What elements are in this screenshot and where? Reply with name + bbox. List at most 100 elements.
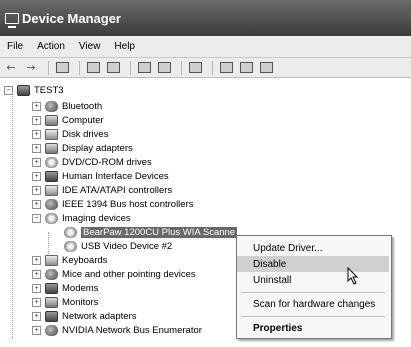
dvd-drive-icon [45, 156, 58, 168]
expand-icon[interactable]: + [32, 283, 41, 293]
computer-icon [17, 84, 30, 96]
webcam-icon [64, 240, 77, 252]
menu-item-uninstall[interactable]: Uninstall [237, 272, 389, 288]
tree-item-label: Mice and other pointing devices [62, 268, 196, 280]
forward-arrow-icon[interactable]: → [23, 61, 39, 75]
computer-icon [45, 114, 58, 126]
print-icon[interactable] [105, 61, 121, 75]
toolbar-separator [79, 60, 80, 75]
title-bar: Device Manager [0, 0, 411, 36]
tree-item-computer[interactable]: + Computer [32, 113, 104, 127]
console-tree-icon[interactable] [54, 61, 70, 75]
tree-item-label: Display adapters [62, 142, 133, 154]
tree-item-label: Imaging devices [62, 212, 131, 224]
collapse-icon[interactable]: − [4, 85, 13, 95]
menu-file[interactable]: File [0, 41, 30, 52]
ieee1394-icon [45, 198, 58, 210]
network-bus-icon [45, 324, 58, 336]
context-menu: Update Driver... Disable Uninstall Scan … [236, 235, 392, 339]
expand-icon[interactable]: + [32, 297, 41, 307]
tree-item-label: Modems [62, 282, 99, 294]
expand-icon[interactable]: + [32, 311, 41, 321]
tree-guide-line [12, 92, 13, 339]
tree-item-label: Bluetooth [62, 100, 103, 112]
ide-controller-icon [45, 184, 58, 196]
device-manager-icon [5, 12, 19, 28]
toolbar-separator [212, 60, 213, 75]
menu-separator [241, 316, 385, 317]
bluetooth-icon [45, 100, 58, 112]
tree-item-label: Human Interface Devices [62, 170, 169, 182]
tree-item-ide-ata[interactable]: + IDE ATA/ATAPI controllers [32, 183, 172, 197]
update-driver-icon[interactable] [218, 61, 234, 75]
expand-icon[interactable]: + [32, 199, 41, 209]
tree-item-label: IDE ATA/ATAPI controllers [62, 184, 173, 196]
tree-item-disk-drives[interactable]: + Disk drives [32, 127, 108, 141]
tree-item-bluetooth[interactable]: + Bluetooth [32, 99, 102, 113]
display-adapter-icon [45, 142, 58, 154]
expand-icon[interactable]: + [32, 171, 41, 181]
expand-icon[interactable]: + [32, 185, 41, 195]
toolbar-separator [130, 60, 131, 75]
tree-item-label: BearPaw 1200CU Plus WIA Scanne [81, 226, 238, 238]
scanner-icon [64, 226, 77, 238]
expand-icon[interactable]: + [32, 143, 41, 153]
disable-icon[interactable] [258, 61, 274, 75]
menu-item-update-driver[interactable]: Update Driver... [237, 240, 389, 256]
tree-item-label: Computer [62, 114, 104, 126]
scan-hardware-icon[interactable] [187, 61, 203, 75]
camera-icon [45, 212, 58, 224]
tree-item-dvd-cdrom[interactable]: + DVD/CD-ROM drives [32, 155, 152, 169]
expand-icon[interactable]: + [32, 157, 41, 167]
tree-item-mice[interactable]: + Mice and other pointing devices [32, 267, 196, 281]
tree-item-modems[interactable]: + Modems [32, 281, 98, 295]
window-title: Device Manager [22, 10, 121, 26]
tree-item-network-adapters[interactable]: + Network adapters [32, 309, 136, 323]
tree-item-label: DVD/CD-ROM drives [62, 156, 152, 168]
toolbar-separator [48, 60, 49, 75]
tree-item-display-adapters[interactable]: + Display adapters [32, 141, 133, 155]
menu-action[interactable]: Action [30, 41, 72, 52]
monitor-icon [45, 296, 58, 308]
tree-item-label: Network adapters [62, 310, 137, 322]
tree-item-label: Disk drives [62, 128, 109, 140]
help-icon[interactable] [136, 61, 152, 75]
tree-item-usb-video[interactable]: USB Video Device #2 [64, 239, 172, 253]
network-adapter-icon [45, 310, 58, 322]
tree-root[interactable]: − TEST3 [4, 83, 64, 97]
tree-item-label: NVIDIA Network Bus Enumerator [62, 324, 202, 336]
tree-item-hid[interactable]: + Human Interface Devices [32, 169, 169, 183]
expand-icon[interactable]: + [32, 115, 41, 125]
toolbar: ← → [0, 58, 411, 78]
back-arrow-icon[interactable]: ← [3, 61, 19, 75]
toolbar-separator [181, 60, 182, 75]
menu-bar: File Action View Help [0, 36, 411, 58]
expand-icon[interactable]: + [32, 101, 41, 111]
expand-icon[interactable]: + [32, 269, 41, 279]
menu-item-disable[interactable]: Disable [237, 256, 389, 272]
tree-root-label: TEST3 [34, 84, 64, 96]
mouse-icon [45, 268, 58, 280]
expand-icon[interactable]: + [32, 325, 41, 335]
collapse-icon[interactable]: − [32, 213, 41, 223]
tree-item-bearpaw-scanner[interactable]: BearPaw 1200CU Plus WIA Scanne [64, 225, 238, 239]
uninstall-icon[interactable] [238, 61, 254, 75]
properties-icon[interactable] [85, 61, 101, 75]
tree-item-ieee1394[interactable]: + IEEE 1394 Bus host controllers [32, 197, 194, 211]
menu-item-scan-hardware[interactable]: Scan for hardware changes [237, 296, 389, 312]
tree-item-label: IEEE 1394 Bus host controllers [62, 198, 194, 210]
hid-icon [45, 170, 58, 182]
tree-item-monitors[interactable]: + Monitors [32, 295, 98, 309]
tree-item-nvidia-enumerator[interactable]: + NVIDIA Network Bus Enumerator [32, 323, 202, 337]
modem-icon [45, 282, 58, 294]
menu-help[interactable]: Help [107, 41, 142, 52]
menu-item-properties[interactable]: Properties [237, 320, 389, 336]
tree-item-imaging-devices[interactable]: − Imaging devices [32, 211, 131, 225]
tree-item-label: Keyboards [62, 254, 108, 266]
view-icon[interactable] [156, 61, 172, 75]
tree-item-keyboards[interactable]: + Keyboards [32, 253, 107, 267]
keyboard-icon [45, 254, 58, 266]
expand-icon[interactable]: + [32, 255, 41, 265]
expand-icon[interactable]: + [32, 129, 41, 139]
menu-view[interactable]: View [72, 41, 108, 52]
